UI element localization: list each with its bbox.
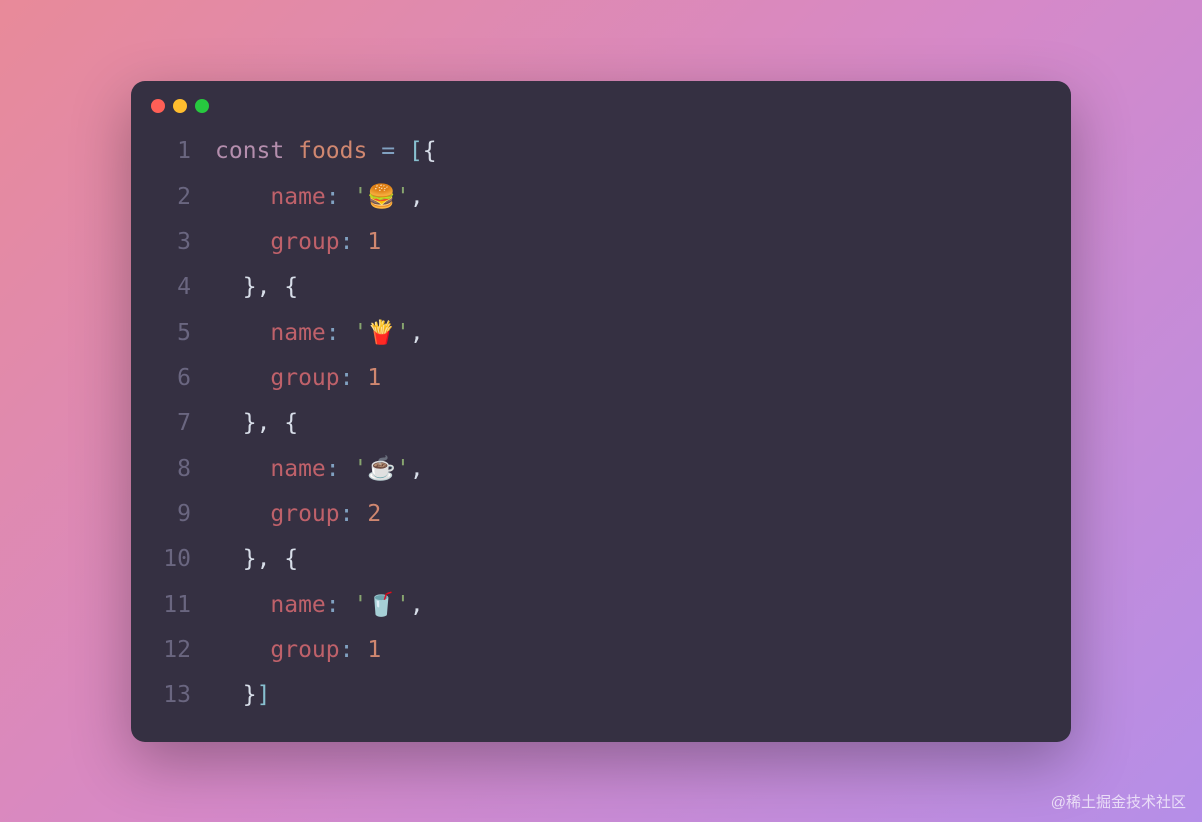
- code-token: 🍔: [367, 183, 396, 210]
- code-token: ': [353, 320, 367, 346]
- code-line: 10 }, {: [151, 537, 1051, 582]
- code-token: group: [270, 229, 339, 255]
- code-content: group: 2: [215, 492, 381, 537]
- code-line: 1 const foods = [{: [151, 129, 1051, 174]
- code-token: :: [340, 637, 368, 663]
- watermark-text: @稀土掘金技术社区: [1051, 791, 1186, 812]
- code-token: group: [270, 637, 339, 663]
- code-line: 7 }, {: [151, 401, 1051, 446]
- code-token: {: [423, 138, 437, 164]
- code-token: 1: [367, 229, 381, 255]
- code-area[interactable]: 1const foods = [{2 name: '🍔',3 group: 14…: [131, 123, 1071, 742]
- code-token: ,: [257, 410, 285, 436]
- close-icon[interactable]: [151, 99, 165, 113]
- window-controls: [131, 81, 1071, 123]
- code-line: 3 group: 1: [151, 220, 1051, 265]
- line-number: 3: [151, 220, 191, 265]
- code-token: :: [340, 501, 368, 527]
- code-token: ,: [257, 274, 285, 300]
- code-token: {: [284, 274, 298, 300]
- code-line: 11 name: '🥤',: [151, 582, 1051, 628]
- code-token: ': [353, 592, 367, 618]
- line-number: 7: [151, 401, 191, 446]
- line-number: 6: [151, 356, 191, 401]
- code-token: }: [243, 682, 257, 708]
- code-token: ': [353, 184, 367, 210]
- code-content: group: 1: [215, 628, 381, 673]
- code-token: ,: [257, 546, 285, 572]
- code-line: 9 group: 2: [151, 492, 1051, 537]
- minimize-icon[interactable]: [173, 99, 187, 113]
- code-token: :: [340, 229, 368, 255]
- code-token: =: [381, 138, 409, 164]
- code-content: }]: [215, 673, 270, 718]
- code-editor-window: 1const foods = [{2 name: '🍔',3 group: 14…: [131, 81, 1071, 742]
- code-token: }: [243, 546, 257, 572]
- code-token: ☕: [367, 455, 396, 482]
- code-token: group: [270, 501, 339, 527]
- code-token: group: [270, 365, 339, 391]
- code-content: const foods = [{: [215, 129, 437, 174]
- code-content: group: 1: [215, 220, 381, 265]
- code-token: :: [326, 592, 354, 618]
- line-number: 2: [151, 175, 191, 220]
- line-number: 1: [151, 129, 191, 174]
- code-token: }: [243, 410, 257, 436]
- code-content: name: '☕',: [215, 446, 424, 492]
- code-token: ,: [410, 592, 424, 618]
- line-number: 8: [151, 447, 191, 492]
- code-token: :: [326, 456, 354, 482]
- line-number: 11: [151, 583, 191, 628]
- code-line: 6 group: 1: [151, 356, 1051, 401]
- line-number: 4: [151, 265, 191, 310]
- line-number: 10: [151, 537, 191, 582]
- code-token: :: [326, 320, 354, 346]
- code-token: ': [353, 456, 367, 482]
- code-token: ': [396, 592, 410, 618]
- line-number: 5: [151, 311, 191, 356]
- code-token: ,: [410, 320, 424, 346]
- code-token: name: [270, 456, 325, 482]
- code-token: :: [326, 184, 354, 210]
- code-token: 2: [367, 501, 381, 527]
- code-token: [: [409, 138, 423, 164]
- code-token: }: [243, 274, 257, 300]
- code-token: 🍟: [367, 319, 396, 346]
- code-token: name: [270, 592, 325, 618]
- code-content: }, {: [215, 537, 298, 582]
- code-token: ': [396, 184, 410, 210]
- code-token: foods: [298, 138, 381, 164]
- code-token: :: [340, 365, 368, 391]
- code-token: {: [284, 546, 298, 572]
- code-token: name: [270, 320, 325, 346]
- code-content: name: '🍟',: [215, 310, 424, 356]
- code-token: name: [270, 184, 325, 210]
- code-token: 🥤: [367, 591, 396, 618]
- code-token: ': [396, 456, 410, 482]
- code-content: name: '🍔',: [215, 174, 424, 220]
- code-content: name: '🥤',: [215, 582, 424, 628]
- code-content: }, {: [215, 401, 298, 446]
- line-number: 12: [151, 628, 191, 673]
- code-line: 8 name: '☕',: [151, 446, 1051, 492]
- code-line: 2 name: '🍔',: [151, 174, 1051, 220]
- code-token: 1: [367, 365, 381, 391]
- code-token: ]: [257, 682, 271, 708]
- line-number: 13: [151, 673, 191, 718]
- code-content: }, {: [215, 265, 298, 310]
- code-line: 13 }]: [151, 673, 1051, 718]
- code-token: const: [215, 138, 298, 164]
- code-line: 4 }, {: [151, 265, 1051, 310]
- code-token: 1: [367, 637, 381, 663]
- code-token: ': [396, 320, 410, 346]
- code-line: 12 group: 1: [151, 628, 1051, 673]
- maximize-icon[interactable]: [195, 99, 209, 113]
- line-number: 9: [151, 492, 191, 537]
- code-line: 5 name: '🍟',: [151, 310, 1051, 356]
- code-content: group: 1: [215, 356, 381, 401]
- code-token: ,: [410, 184, 424, 210]
- code-token: {: [284, 410, 298, 436]
- code-token: ,: [410, 456, 424, 482]
